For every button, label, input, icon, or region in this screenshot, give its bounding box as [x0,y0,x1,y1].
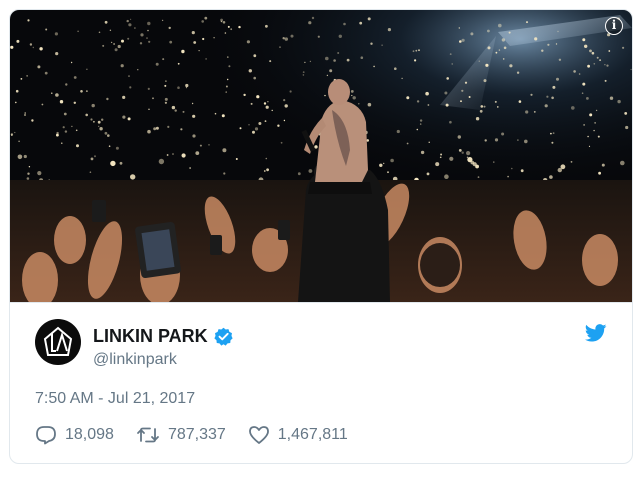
retweet-count: 787,337 [167,426,226,443]
author-handle[interactable]: @linkinpark [93,351,177,369]
like-count: 1,467,811 [277,426,348,443]
retweet-button[interactable]: 787,337 [136,426,226,444]
linkin-park-logo-icon [43,326,73,356]
like-button[interactable]: 1,467,811 [248,425,348,445]
reply-button[interactable]: 18,098 [35,425,114,445]
tweet-photo[interactable]: i [10,10,632,302]
twitter-bird-icon[interactable] [585,324,607,342]
card-divider [10,302,632,303]
author-row: LINKIN PARK [93,326,233,347]
tweet-timestamp[interactable]: 7:50 AM - Jul 21, 2017 [35,390,195,408]
author-name[interactable]: LINKIN PARK [93,326,208,347]
verified-badge-icon [214,327,233,346]
concert-photo [10,10,632,302]
reply-icon [36,426,56,445]
info-icon[interactable]: i [605,17,623,35]
embedded-tweet-card[interactable]: i LINKIN PARK @linkinpark 7:50 AM - Jul … [9,9,633,464]
avatar[interactable] [35,319,81,365]
heart-icon [248,426,269,444]
retweet-icon [137,427,159,443]
reply-count: 18,098 [65,426,114,443]
tweet-actions: 18,098 787,337 1,467,811 [35,425,370,445]
